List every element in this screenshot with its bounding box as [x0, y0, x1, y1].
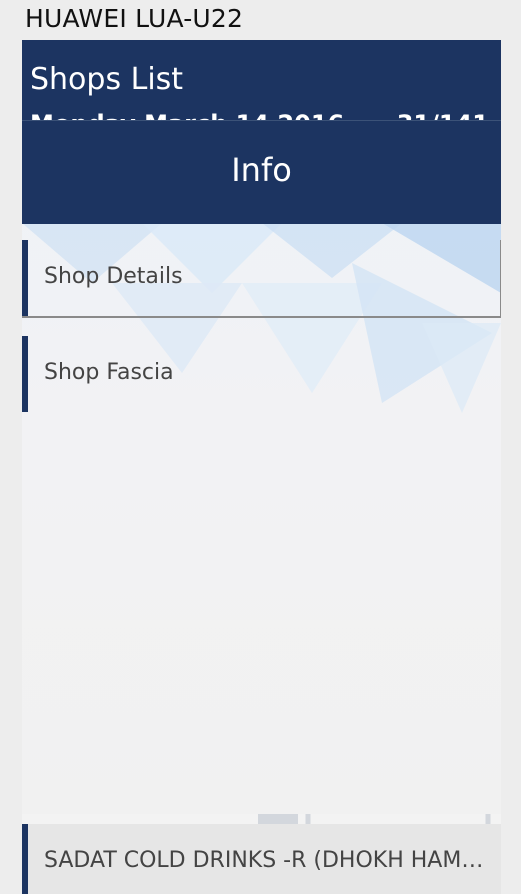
- page-title: Shops List: [30, 62, 184, 97]
- option-accent: [22, 240, 28, 316]
- option-label: Shop Fascia: [44, 360, 174, 385]
- option-label: Shop Details: [44, 264, 183, 289]
- app-screen: Shops List Monday March 14 2016 31/141 S…: [22, 40, 501, 894]
- date-subtitle: Monday March 14 2016: [30, 110, 344, 120]
- option-accent: [22, 336, 28, 412]
- dialog-title: Info: [231, 151, 292, 189]
- device-label: HUAWEI LUA-U22: [25, 4, 244, 33]
- dialog-header: Info: [22, 120, 501, 224]
- shop-details-option[interactable]: Shop Details: [22, 240, 501, 318]
- shop-fascia-option[interactable]: Shop Fascia: [22, 336, 500, 412]
- shop-name: SADAT COLD DRINKS -R (DHOKH HAMZA): [44, 848, 489, 873]
- list-item[interactable]: SADAT COLD DRINKS -R (DHOKH HAMZA): [22, 824, 501, 894]
- list-item-accent: [22, 824, 28, 894]
- app-bar: Shops List Monday March 14 2016 31/141: [22, 40, 501, 120]
- info-dialog: Info Shop Details Shop Fascia: [22, 120, 501, 814]
- shop-count: 31/141: [397, 110, 489, 120]
